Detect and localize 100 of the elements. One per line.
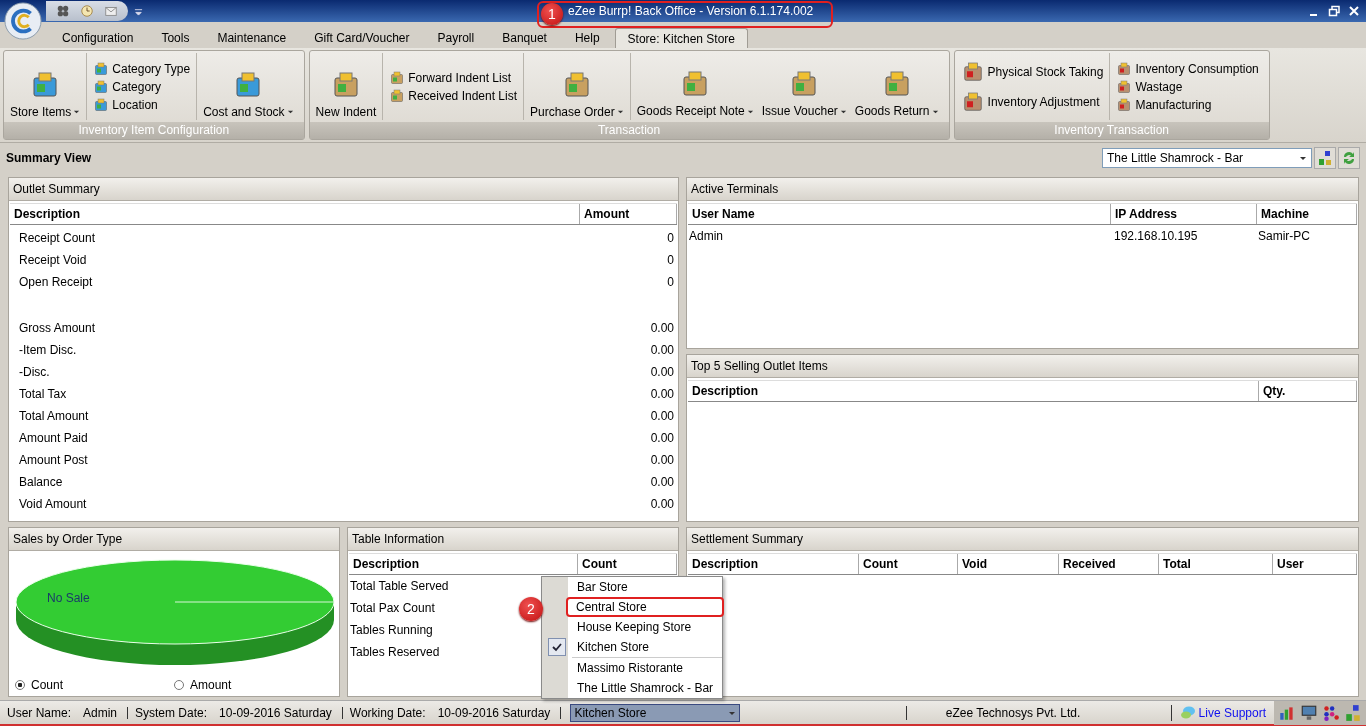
ribbon-button[interactable]: Inventory Adjustment [958,86,1106,117]
status-value: Admin [83,706,118,719]
group-title: Transaction [309,122,949,139]
restore-icon[interactable] [1328,5,1340,17]
radio-option[interactable]: Count [15,678,174,692]
menu-tab[interactable]: Configuration [49,28,147,48]
menu-tab[interactable]: Banquet [489,28,560,48]
ribbon-button[interactable]: Forward Indent List [387,68,519,87]
status-value: 10-09-2016 Saturday [437,706,551,719]
table-cell-text: Total Tax [19,386,67,403]
dots-icon[interactable] [1322,703,1340,722]
ribbon-button[interactable]: Location [91,95,193,114]
table-cell-text: 0.00 [650,364,674,381]
table-cell-text: Admin [688,228,724,245]
table-cell-text: 0 [667,230,674,247]
column-header: Qty. [1259,381,1357,401]
grid-icon[interactable] [56,4,70,18]
table-cell-text: 0.00 [650,430,674,447]
menu-item[interactable]: The Little Shamrock - Bar [542,678,722,698]
panel-title: Outlet Summary [9,178,678,201]
status-label: User Name: [7,706,71,719]
column-header: Count [578,554,677,574]
outlet-select[interactable]: The Little Shamrock - Bar [1102,148,1312,168]
menu-tab[interactable]: Gift Card/Voucher [301,28,423,48]
refresh-icon [1341,150,1357,166]
ribbon-button[interactable]: Cost and Stock [201,53,296,120]
ribbon-button[interactable]: Goods Receipt Note [634,53,756,119]
table-cell-text: 0.00 [650,320,674,337]
ribbon-button[interactable]: Category Type [91,59,193,78]
table-cell-text: 0 [667,252,674,269]
table-cell-text: 0.00 [650,452,674,469]
menu-tab[interactable]: Tools [148,28,203,48]
table-cell-text: -Disc. [19,364,50,381]
table-cell-text: 0.00 [650,408,674,425]
table-cell: Tables Running [350,623,433,637]
box-icon [1116,78,1133,95]
chart-label: No Sale [47,591,90,605]
status-label: Working Date: [349,706,426,719]
panel-title: Table Information [348,528,678,551]
ribbon-button[interactable]: Manufacturing [1114,95,1261,114]
ribbon-button[interactable]: Issue Voucher [759,53,849,119]
ribbon-button[interactable]: Physical Stock Taking [958,56,1106,87]
box-icon [389,87,406,104]
status-label: System Date: [135,706,208,719]
store-select[interactable]: Kitchen Store [570,703,741,722]
table-cell-text: 0.00 [650,342,674,359]
caret-icon [1299,154,1307,162]
table-cell-text: Void Amount [19,496,87,513]
abc-icon[interactable] [1344,703,1362,722]
table-cell-text: Receipt Void [19,252,87,269]
panel-title: Settlement Summary [687,528,1358,551]
chat-icon [1179,704,1196,721]
menu-item[interactable]: Central Store [566,597,724,617]
company-name: eZee Technosys Pvt. Ltd. [906,705,1171,720]
status-value: 10-09-2016 Saturday [219,706,332,719]
table-cell-text: Amount Paid [19,430,88,447]
menu-tab[interactable]: Payroll [424,28,488,48]
column-header: User [1273,554,1357,574]
radio-option[interactable]: Amount [174,678,333,692]
box-icon [93,60,110,77]
menu-item[interactable]: Kitchen Store [542,637,722,657]
caret-icon [286,108,294,115]
ribbon-button[interactable]: Category [91,77,193,96]
caret-icon [616,108,624,115]
ribbon-button[interactable]: New Indent [313,53,379,120]
menu-item[interactable]: Bar Store [542,577,722,597]
table-cell-text: Total Amount [19,408,89,425]
table-cell-text: Samir-PC [1257,228,1311,245]
ribbon-button[interactable]: Store Items [8,53,83,120]
table-cell: Total Pax Count [350,601,435,615]
ribbon-button[interactable]: Inventory Consumption [1114,59,1261,78]
envelope-icon[interactable] [104,4,118,18]
box-icon [1116,60,1133,77]
table-cell-text: -Item Disc. [19,342,77,359]
menu-tab[interactable]: Maintenance [204,28,300,48]
live-support-link[interactable]: Live Support [1170,704,1266,721]
monitor-icon[interactable] [1300,703,1318,722]
panel-title: Sales by Order Type [9,528,339,551]
table-cell-text: 192.168.10.195 [1113,228,1199,245]
close-icon[interactable] [1348,5,1360,17]
box-icon [93,96,110,113]
column-header: Total [1159,554,1273,574]
column-header: Amount [580,204,677,224]
table-cell-text: 0.00 [650,386,674,403]
column-header: Description [688,554,859,574]
ribbon-button[interactable]: Purchase Order [528,53,626,120]
menu-tab[interactable]: Help [561,28,613,48]
menu-tab[interactable]: Store: Kitchen Store [614,28,748,48]
ribbon-button[interactable]: Wastage [1114,77,1261,96]
spelling-button[interactable] [1314,147,1336,169]
customize-caret-icon[interactable] [134,6,143,16]
ribbon-button[interactable]: Goods Return [852,53,941,119]
menu-item[interactable]: House Keeping Store [542,617,722,637]
menu-item[interactable]: Massimo Ristorante [542,658,722,678]
ribbon-button[interactable]: Received Indent List [387,86,519,105]
box-icon [1116,96,1133,113]
column-header: Description [349,554,578,574]
column-header: User Name [688,204,1111,224]
window-title: eZee Burrp! Back Office - Version 6.1.174.002 [568,4,814,18]
table-cell-text: Receipt Count [19,230,96,247]
